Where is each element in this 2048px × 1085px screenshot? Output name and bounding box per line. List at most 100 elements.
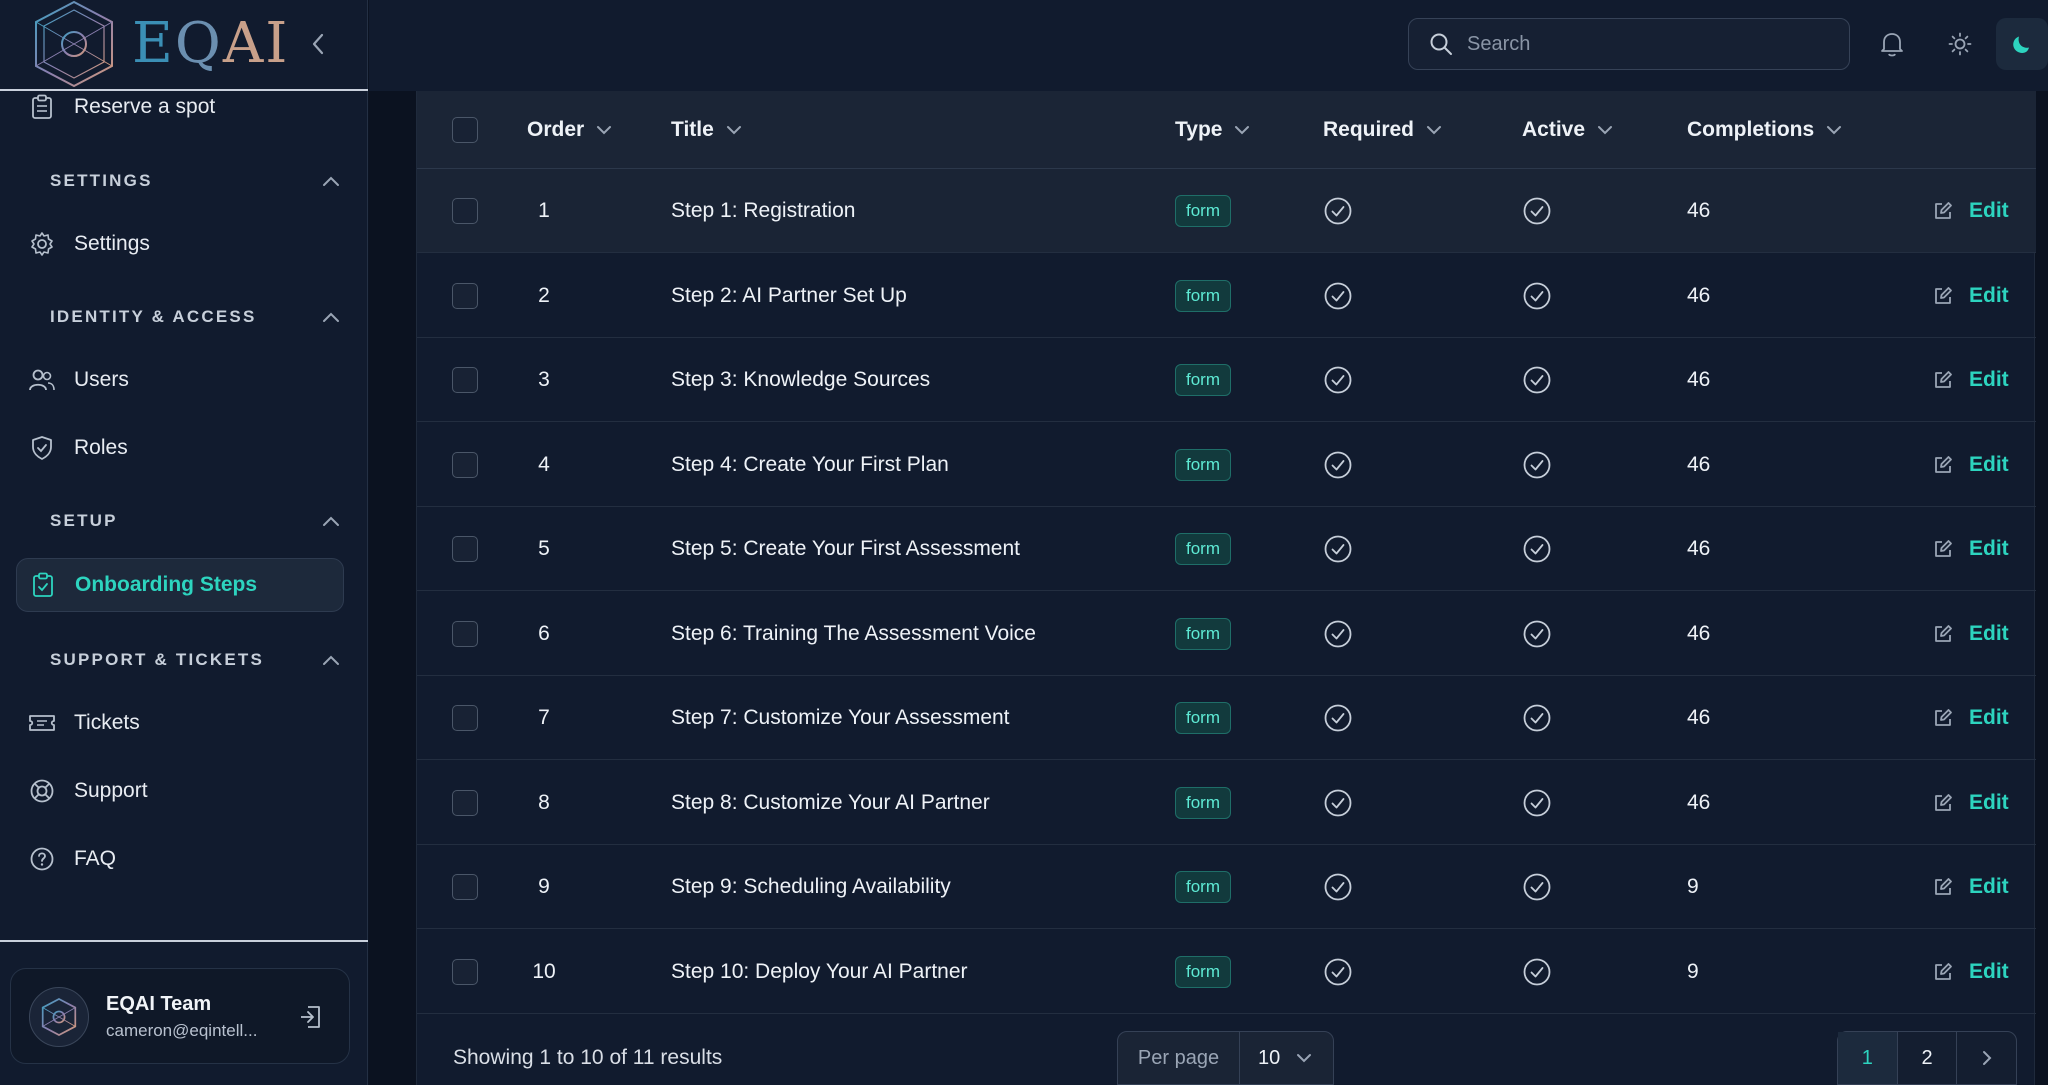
required-check-icon — [1323, 169, 1353, 253]
column-header-active[interactable]: Active — [1522, 91, 1613, 169]
cell-type: form — [1175, 423, 1231, 507]
table-row[interactable]: 6 Step 6: Training The Assessment Voice fo… — [417, 592, 2036, 676]
row-checkbox[interactable] — [452, 198, 478, 224]
row-checkbox[interactable] — [452, 536, 478, 562]
cell-completions: 46 — [1687, 199, 1711, 222]
cell-completions: 9 — [1687, 875, 1699, 898]
cell-order: 5 — [538, 537, 550, 560]
sidebar-item-faq[interactable]: FAQ — [16, 832, 344, 886]
active-check-icon — [1522, 169, 1552, 253]
edit-button[interactable]: Edit — [1933, 254, 2009, 338]
cell-type: form — [1175, 676, 1231, 760]
dark-theme-button[interactable] — [1996, 18, 2048, 70]
edit-button[interactable]: Edit — [1933, 676, 2009, 760]
sidebar-item-settings[interactable]: Settings — [16, 217, 344, 271]
edit-button[interactable]: Edit — [1933, 423, 2009, 507]
cell-order: 9 — [538, 875, 550, 898]
type-badge: form — [1175, 364, 1231, 396]
required-check-icon — [1323, 676, 1353, 760]
active-check-icon — [1522, 592, 1552, 676]
edit-button[interactable]: Edit — [1933, 761, 2009, 845]
required-check-icon — [1323, 507, 1353, 591]
sidebar-item-reserve[interactable]: Reserve a spot — [16, 80, 344, 134]
row-checkbox[interactable] — [452, 874, 478, 900]
page-button-2[interactable]: 2 — [1898, 1032, 1958, 1084]
cell-type: form — [1175, 338, 1231, 422]
table-row[interactable]: 2 Step 2: AI Partner Set Up form 46 Edit — [417, 254, 2036, 338]
sidebar-item-label: Support — [74, 779, 148, 802]
onboarding-steps-table: Order Title Type Required Active Complet… — [416, 91, 2036, 1085]
search-input[interactable] — [1467, 32, 1827, 56]
search-box[interactable] — [1408, 18, 1850, 70]
row-checkbox[interactable] — [452, 282, 478, 309]
table-row[interactable]: 1 Step 1: Registration form 46 Edit — [417, 169, 2036, 253]
sidebar-item-roles[interactable]: Roles — [16, 421, 344, 475]
collapse-sidebar-button[interactable] — [304, 26, 332, 62]
edit-button[interactable]: Edit — [1933, 338, 2009, 422]
section-support[interactable]: SUPPORT & TICKETS — [50, 645, 340, 675]
row-checkbox[interactable] — [452, 367, 478, 393]
chevron-right-icon — [1982, 1051, 1992, 1065]
page-button-1[interactable]: 1 — [1838, 1032, 1898, 1084]
table-row[interactable]: 5 Step 5: Create Your First Assessment for… — [417, 507, 2036, 591]
sidebar-item-label: Onboarding Steps — [75, 573, 258, 596]
avatar[interactable] — [29, 987, 89, 1047]
light-theme-button[interactable] — [1934, 18, 1986, 70]
row-checkbox[interactable] — [452, 705, 478, 731]
cell-type: form — [1175, 930, 1231, 1014]
sidebar: EQAI Reserve a spot SETTINGS Settings ID… — [0, 0, 368, 1085]
table-row[interactable]: 8 Step 8: Customize Your AI Partner form 46… — [417, 761, 2036, 845]
sidebar-item-onboarding-steps[interactable]: Onboarding Steps — [16, 558, 344, 612]
chevron-left-icon — [312, 33, 324, 55]
chevron-down-icon — [1297, 1054, 1312, 1063]
per-page-select[interactable]: 10 — [1240, 1032, 1333, 1084]
sidebar-item-tickets[interactable]: Tickets — [16, 696, 344, 750]
table-row[interactable]: 4 Step 4: Create Your First Plan form 46 Edi… — [417, 423, 2036, 507]
sun-icon — [1948, 32, 1972, 56]
ticket-icon — [28, 709, 56, 737]
cell-order: 7 — [538, 706, 550, 729]
edit-button[interactable]: Edit — [1933, 930, 2009, 1014]
cell-title: Step 8: Customize Your AI Partner — [671, 790, 990, 814]
sidebar-item-support[interactable]: Support — [16, 764, 344, 818]
logout-button[interactable] — [293, 999, 329, 1035]
chevron-up-icon — [323, 655, 339, 665]
section-label: SUPPORT & TICKETS — [50, 650, 265, 669]
column-header-completions[interactable]: Completions — [1687, 91, 1842, 169]
column-header-title[interactable]: Title — [671, 91, 742, 169]
row-checkbox[interactable] — [452, 620, 478, 647]
user-name: EQAI Team — [106, 993, 212, 1015]
edit-icon — [1933, 370, 1961, 390]
row-checkbox[interactable] — [452, 789, 478, 816]
section-setup[interactable]: SETUP — [50, 506, 340, 536]
table-row[interactable]: 9 Step 9: Scheduling Availability form 9 Edi… — [417, 845, 2036, 929]
column-header-required[interactable]: Required — [1323, 91, 1442, 169]
next-page-button[interactable] — [1957, 1032, 2016, 1084]
per-page-control: Per page 10 — [1117, 1031, 1334, 1085]
select-all-checkbox[interactable] — [452, 117, 478, 143]
edit-button[interactable]: Edit — [1933, 169, 2009, 253]
section-settings[interactable]: SETTINGS — [50, 166, 340, 196]
table-row[interactable]: 3 Step 3: Knowledge Sources form 46 Edit — [417, 338, 2036, 422]
section-identity[interactable]: IDENTITY & ACCESS — [50, 302, 340, 332]
table-row[interactable]: 10 Step 10: Deploy Your AI Partner form 9 Ed… — [417, 930, 2036, 1014]
column-header-type[interactable]: Type — [1175, 91, 1250, 169]
edit-button[interactable]: Edit — [1933, 592, 2009, 676]
chevron-down-icon — [1827, 126, 1842, 135]
shield-icon — [28, 434, 56, 462]
edit-label: Edit — [1969, 790, 2009, 814]
edit-icon — [1933, 286, 1961, 306]
edit-icon — [1933, 539, 1961, 559]
table-row[interactable]: 7 Step 7: Customize Your Assessment form 46… — [417, 676, 2036, 760]
notifications-button[interactable] — [1866, 18, 1918, 70]
edit-button[interactable]: Edit — [1933, 845, 2009, 929]
gear-icon — [28, 230, 56, 258]
row-checkbox[interactable] — [452, 958, 478, 985]
row-checkbox[interactable] — [452, 451, 478, 478]
sidebar-item-users[interactable]: Users — [16, 353, 344, 407]
moon-icon — [2013, 36, 2029, 53]
eqai-avatar-icon — [41, 998, 77, 1036]
cell-title: Step 2: AI Partner Set Up — [671, 283, 907, 307]
column-header-order[interactable]: Order — [527, 91, 612, 169]
edit-button[interactable]: Edit — [1933, 507, 2009, 591]
